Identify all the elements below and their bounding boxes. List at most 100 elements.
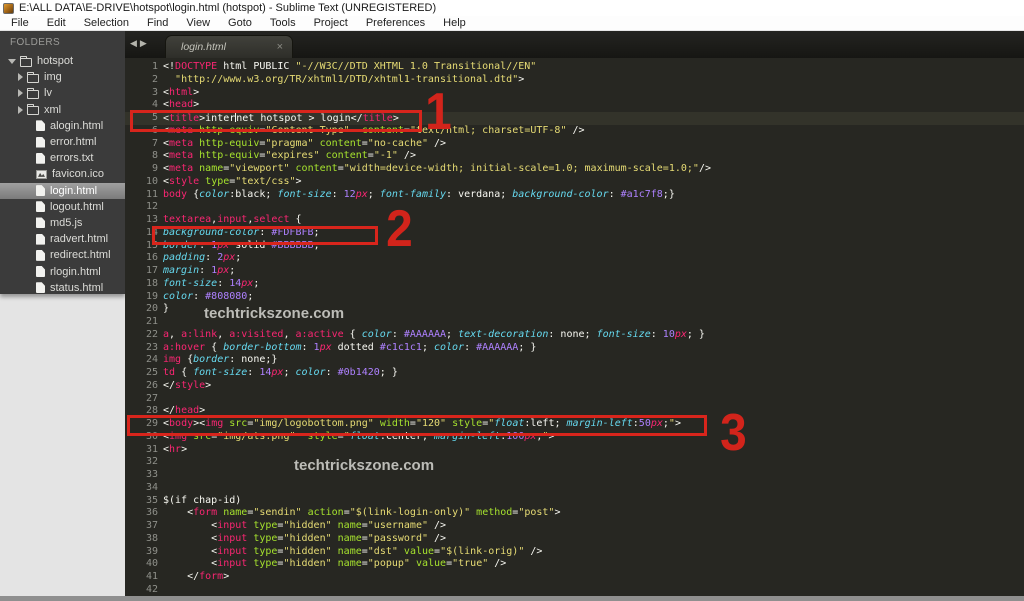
code-token: "username" bbox=[368, 520, 428, 531]
code-line[interactable]: 9<meta name="viewport" content="width=de… bbox=[125, 163, 1024, 176]
collapse-triangle-icon[interactable] bbox=[18, 106, 23, 114]
code-line[interactable]: 36 <form name="sendin" action="$(link-lo… bbox=[125, 507, 1024, 520]
code-line[interactable]: 39 <input type="hidden" name="dst" value… bbox=[125, 546, 1024, 559]
tab-scroll-left-icon[interactable]: ◀ bbox=[130, 38, 140, 48]
menu-selection[interactable]: Selection bbox=[75, 17, 138, 29]
sidebar-item-redirect-html[interactable]: redirect.html bbox=[0, 247, 125, 263]
menu-tools[interactable]: Tools bbox=[261, 17, 305, 29]
code-line[interactable]: 26</style> bbox=[125, 380, 1024, 393]
sidebar-item-hotspot[interactable]: hotspot bbox=[0, 53, 125, 69]
sidebar-item-img[interactable]: img bbox=[0, 69, 125, 85]
menu-find[interactable]: Find bbox=[138, 17, 177, 29]
code-line[interactable]: 6<meta http-equiv="Content-Type" content… bbox=[125, 125, 1024, 138]
menu-preferences[interactable]: Preferences bbox=[357, 17, 434, 29]
code-line[interactable]: 20} bbox=[125, 303, 1024, 316]
code-line[interactable]: 16padding: 2px; bbox=[125, 252, 1024, 265]
code-token: > bbox=[554, 507, 560, 518]
code-line[interactable]: 37 <input type="hidden" name="username" … bbox=[125, 520, 1024, 533]
code-line[interactable]: 32 bbox=[125, 456, 1024, 469]
code-token: a:hover bbox=[163, 342, 205, 353]
sidebar-item-radvert-html[interactable]: radvert.html bbox=[0, 231, 125, 247]
tab-close-icon[interactable]: × bbox=[277, 42, 283, 53]
code-line[interactable]: 30<img src="img/ats.png" style="float:ce… bbox=[125, 431, 1024, 444]
code-line[interactable]: 18font-size: 14px; bbox=[125, 278, 1024, 291]
menu-edit[interactable]: Edit bbox=[38, 17, 75, 29]
code-editor[interactable]: 1<!DOCTYPE html PUBLIC "-//W3C//DTD XHTM… bbox=[125, 58, 1024, 596]
expand-triangle-icon[interactable] bbox=[8, 59, 16, 64]
code-token: : bbox=[247, 367, 259, 378]
menu-view[interactable]: View bbox=[177, 17, 219, 29]
collapse-triangle-icon[interactable] bbox=[18, 73, 23, 81]
code-line[interactable]: 33 bbox=[125, 469, 1024, 482]
code-line[interactable]: 24img {border: none;} bbox=[125, 354, 1024, 367]
code-token: px bbox=[524, 431, 536, 442]
code-line[interactable]: 10<style type="text/css"> bbox=[125, 176, 1024, 189]
sidebar-item-xml[interactable]: xml bbox=[0, 102, 125, 118]
menu-help[interactable]: Help bbox=[434, 17, 475, 29]
code-line[interactable]: 40 <input type="hidden" name="popup" val… bbox=[125, 558, 1024, 571]
sidebar-item-logout-html[interactable]: logout.html bbox=[0, 199, 125, 215]
code-line[interactable]: 22a, a:link, a:visited, a:active { color… bbox=[125, 329, 1024, 342]
code-line[interactable]: 7<meta http-equiv="pragma" content="no-c… bbox=[125, 138, 1024, 151]
code-token: "120" bbox=[416, 418, 446, 429]
code-line[interactable]: 19color: #808080; bbox=[125, 291, 1024, 304]
sidebar-item-errors-txt[interactable]: errors.txt bbox=[0, 150, 125, 166]
code-line[interactable]: 28</head> bbox=[125, 405, 1024, 418]
code-token: px bbox=[356, 189, 368, 200]
menu-file[interactable]: File bbox=[2, 17, 38, 29]
code-token: < bbox=[163, 546, 217, 557]
sidebar-item-favicon-ico[interactable]: favicon.ico bbox=[0, 166, 125, 182]
code-line[interactable]: 2 "http://www.w3.org/TR/xhtml1/DTD/xhtml… bbox=[125, 74, 1024, 87]
code-line[interactable]: 34 bbox=[125, 482, 1024, 495]
code-line[interactable]: 1<!DOCTYPE html PUBLIC "-//W3C//DTD XHTM… bbox=[125, 61, 1024, 74]
code-line[interactable]: 27 bbox=[125, 393, 1024, 406]
line-number: 18 bbox=[125, 278, 158, 291]
code-token: ; bbox=[314, 240, 320, 251]
line-number: 37 bbox=[125, 520, 158, 533]
code-line[interactable]: 8<meta http-equiv="expires" content="-1"… bbox=[125, 150, 1024, 163]
sidebar-item-error-html[interactable]: error.html bbox=[0, 134, 125, 150]
code-line[interactable]: 12 bbox=[125, 201, 1024, 214]
sidebar-item-status-html[interactable]: status.html bbox=[0, 280, 125, 294]
code-text bbox=[158, 469, 163, 482]
code-line[interactable]: 29<body><img src="img/logobottom.png" wi… bbox=[125, 418, 1024, 431]
collapse-triangle-icon[interactable] bbox=[18, 89, 23, 97]
menu-project[interactable]: Project bbox=[305, 17, 357, 29]
code-token bbox=[163, 74, 175, 85]
code-line[interactable]: 21 bbox=[125, 316, 1024, 329]
code-line[interactable]: 13textarea,input,select { bbox=[125, 214, 1024, 227]
sidebar-item-lv[interactable]: lv bbox=[0, 85, 125, 101]
code-line[interactable]: 35$(if chap-id) bbox=[125, 495, 1024, 508]
code-line[interactable]: 41 </form> bbox=[125, 571, 1024, 584]
code-line[interactable]: 17margin: 1px; bbox=[125, 265, 1024, 278]
code-line[interactable]: 5<title>internet hotspot > login</title> bbox=[125, 112, 1024, 125]
sidebar-item-md5-js[interactable]: md5.js bbox=[0, 215, 125, 231]
menu-goto[interactable]: Goto bbox=[219, 17, 261, 29]
code-token: : bbox=[326, 367, 338, 378]
code-line[interactable]: 25td { font-size: 14px; color: #0b1420; … bbox=[125, 367, 1024, 380]
code-token: </ bbox=[351, 113, 363, 124]
sidebar-item-label: error.html bbox=[50, 136, 96, 148]
code-token: color bbox=[434, 342, 464, 353]
sidebar-item-login-html[interactable]: login.html bbox=[0, 183, 125, 199]
tab-login-html[interactable]: login.html × bbox=[165, 35, 293, 58]
code-line[interactable]: 15border: 1px solid #BBBBBB; bbox=[125, 240, 1024, 253]
code-line[interactable]: 11body {color:black; font-size: 12px; fo… bbox=[125, 189, 1024, 202]
line-number: 31 bbox=[125, 444, 158, 457]
sidebar-item-alogin-html[interactable]: alogin.html bbox=[0, 118, 125, 134]
code-line[interactable]: 38 <input type="hidden" name="password" … bbox=[125, 533, 1024, 546]
file-icon bbox=[36, 250, 45, 261]
code-token: #AAAAAA bbox=[476, 342, 518, 353]
code-token: : bbox=[651, 329, 663, 340]
code-line[interactable]: 23a:hover { border-bottom: 1px dotted #c… bbox=[125, 342, 1024, 355]
sidebar-item-rlogin-html[interactable]: rlogin.html bbox=[0, 263, 125, 279]
tab-scroll-arrows[interactable]: ◀▶ bbox=[130, 38, 150, 49]
tab-scroll-right-icon[interactable]: ▶ bbox=[140, 38, 150, 48]
code-line[interactable]: 4<head> bbox=[125, 99, 1024, 112]
code-line[interactable]: 42 bbox=[125, 584, 1024, 596]
code-token: "text/css" bbox=[235, 176, 295, 187]
code-token: { bbox=[187, 189, 199, 200]
code-line[interactable]: 3<html> bbox=[125, 87, 1024, 100]
code-line[interactable]: 14background-color: #FDFBFB; bbox=[125, 227, 1024, 240]
code-line[interactable]: 31<hr> bbox=[125, 444, 1024, 457]
